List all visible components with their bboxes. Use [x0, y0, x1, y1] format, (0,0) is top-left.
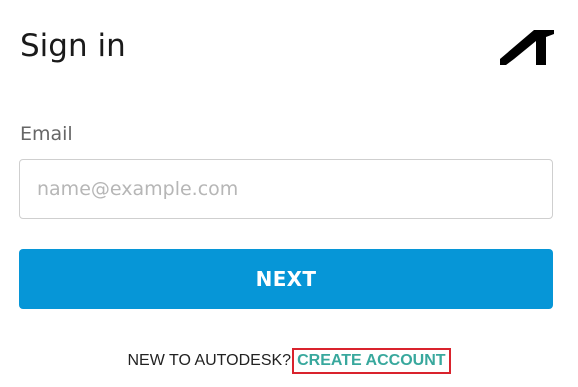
email-label: Email — [20, 123, 73, 145]
autodesk-logo-icon — [500, 30, 554, 65]
signup-row: NEW TO AUTODESK? CREATE ACCOUNT — [0, 346, 578, 374]
create-account-link[interactable]: CREATE ACCOUNT — [292, 348, 451, 374]
page-title: Sign in — [20, 28, 126, 64]
signup-prompt: NEW TO AUTODESK? — [127, 352, 292, 369]
email-field[interactable] — [19, 159, 553, 219]
next-button[interactable]: NEXT — [19, 249, 553, 309]
